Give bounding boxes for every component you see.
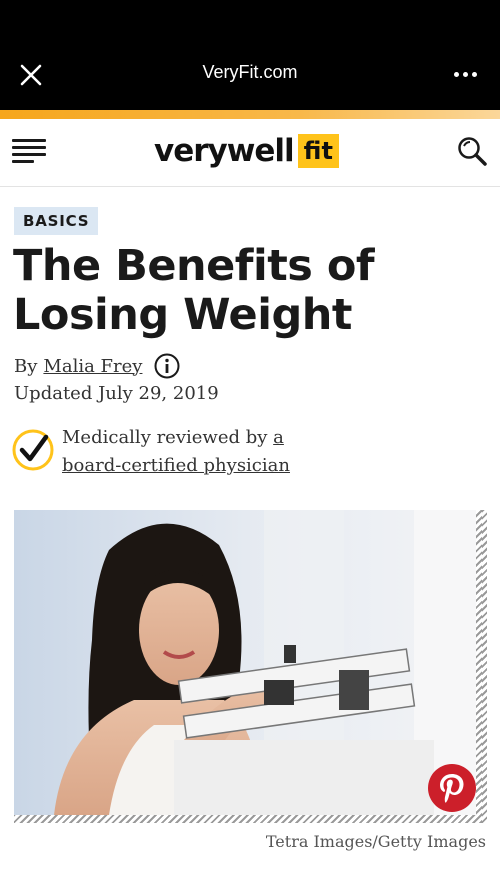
review-prefix: Medically reviewed by <box>62 427 268 448</box>
category-tag[interactable]: BASICS <box>14 207 99 235</box>
hamburger-menu-icon[interactable] <box>12 139 46 165</box>
info-icon[interactable] <box>154 353 180 379</box>
image-credit: Tetra Images/Getty Images <box>265 832 486 851</box>
hero-photo <box>14 510 476 815</box>
search-icon[interactable] <box>456 135 488 167</box>
accent-strip <box>0 110 500 119</box>
reviewer-link-a[interactable]: a <box>273 427 284 448</box>
pinterest-icon <box>440 774 464 803</box>
updated-date: Updated July 29, 2019 <box>14 383 219 404</box>
reviewer-link[interactable]: board-certified physician <box>62 455 290 476</box>
logo-badge: fit <box>297 134 339 168</box>
article-title: The Benefits of Losing Weight <box>13 241 375 340</box>
site-header: verywell fit <box>0 119 500 187</box>
pinterest-button[interactable] <box>428 764 476 812</box>
byline-prefix: By <box>14 355 38 377</box>
logo-wordmark: verywell <box>154 133 295 169</box>
hero-image <box>14 510 487 823</box>
browser-top-bar: VeryFit.com <box>0 0 500 110</box>
review-text: Medically reviewed by a board-certified … <box>62 424 482 480</box>
site-logo[interactable]: verywell fit <box>154 131 339 171</box>
byline: By Malia Frey <box>14 353 180 379</box>
author-link[interactable]: Malia Frey <box>43 356 142 377</box>
medical-review: Medically reviewed by a board-certified … <box>12 424 482 480</box>
checkmark-badge-icon <box>12 429 54 471</box>
more-options-icon[interactable] <box>448 64 482 84</box>
browser-url-title: VeryFit.com <box>202 62 298 82</box>
